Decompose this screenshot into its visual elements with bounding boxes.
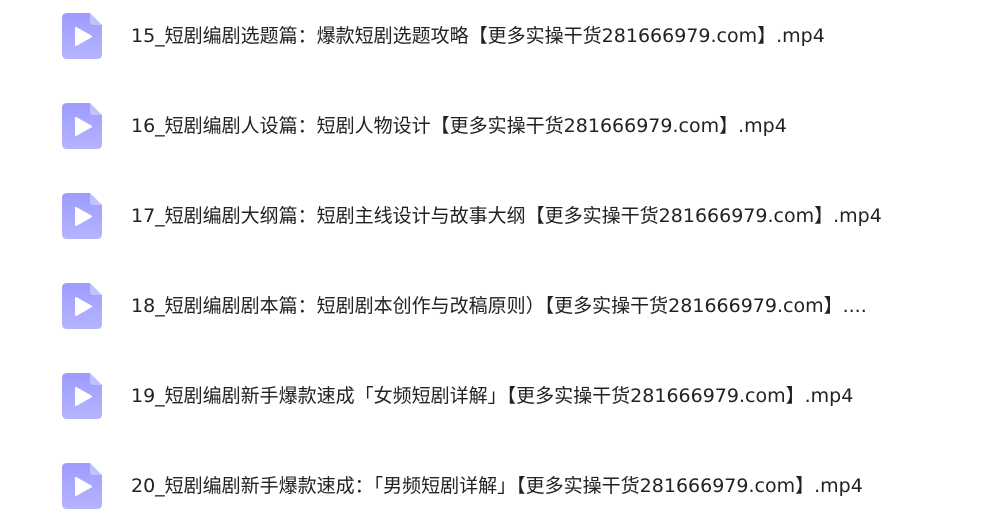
file-row[interactable]: 16_短剧编剧人设篇：短剧人物设计【更多实操干货281666979.com】.m… [0,96,1007,156]
video-file-play-icon [62,103,102,149]
video-file-play-icon [62,193,102,239]
file-list: 15_短剧编剧选题篇：爆款短剧选题攻略【更多实操干货281666979.com】… [0,0,1007,531]
file-name[interactable]: 19_短剧编剧新手爆款速成「女频短剧详解」【更多实操干货281666979.co… [131,382,853,410]
file-name[interactable]: 20_短剧编剧新手爆款速成：「男频短剧详解」【更多实操干货281666979.c… [131,472,863,500]
file-row[interactable]: 19_短剧编剧新手爆款速成「女频短剧详解」【更多实操干货281666979.co… [0,366,1007,426]
file-name[interactable]: 18_短剧编剧剧本篇：短剧剧本创作与改稿原则）【更多实操干货281666979.… [131,292,867,320]
file-row[interactable]: 15_短剧编剧选题篇：爆款短剧选题攻略【更多实操干货281666979.com】… [0,6,1007,66]
file-name[interactable]: 17_短剧编剧大纲篇：短剧主线设计与故事大纲【更多实操干货281666979.c… [131,202,882,230]
video-file-play-icon [62,283,102,329]
file-row[interactable]: 20_短剧编剧新手爆款速成：「男频短剧详解」【更多实操干货281666979.c… [0,456,1007,516]
file-row[interactable]: 18_短剧编剧剧本篇：短剧剧本创作与改稿原则）【更多实操干货281666979.… [0,276,1007,336]
file-name[interactable]: 15_短剧编剧选题篇：爆款短剧选题攻略【更多实操干货281666979.com】… [131,22,825,50]
file-row[interactable]: 17_短剧编剧大纲篇：短剧主线设计与故事大纲【更多实操干货281666979.c… [0,186,1007,246]
file-name[interactable]: 16_短剧编剧人设篇：短剧人物设计【更多实操干货281666979.com】.m… [131,112,787,140]
video-file-play-icon [62,463,102,509]
video-file-play-icon [62,13,102,59]
video-file-play-icon [62,373,102,419]
